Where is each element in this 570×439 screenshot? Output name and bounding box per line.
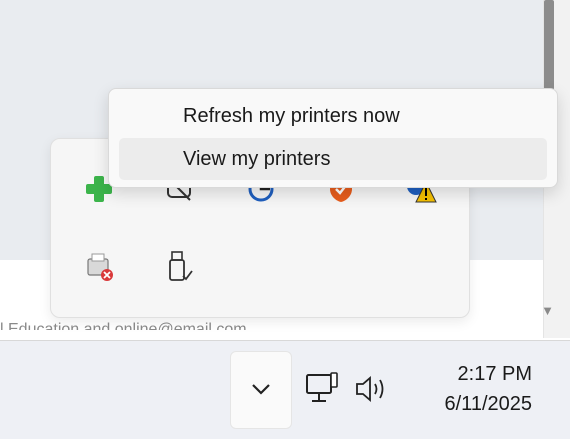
clock[interactable]: 2:17 PM 6/11/2025: [445, 359, 533, 419]
clock-time: 2:17 PM: [457, 363, 532, 385]
chevron-down-icon: [252, 384, 270, 395]
menu-item-view-printers[interactable]: View my printers: [119, 138, 547, 180]
taskbar: 2:17 PM 6/11/2025: [0, 340, 570, 439]
show-hidden-icons-button[interactable]: [230, 351, 292, 429]
printer-error-icon[interactable]: [79, 247, 119, 287]
usb-safely-remove-icon[interactable]: [159, 247, 199, 287]
volume-icon[interactable]: [354, 373, 390, 410]
menu-item-refresh-printers[interactable]: Refresh my printers now: [119, 95, 547, 137]
network-icon[interactable]: [304, 371, 340, 412]
scroll-down-arrow-icon[interactable]: ▼: [541, 303, 554, 318]
printer-context-menu: Refresh my printers now View my printers: [108, 88, 558, 188]
clock-date: 6/11/2025: [444, 393, 533, 415]
scrollbar-thumb[interactable]: [544, 0, 554, 90]
